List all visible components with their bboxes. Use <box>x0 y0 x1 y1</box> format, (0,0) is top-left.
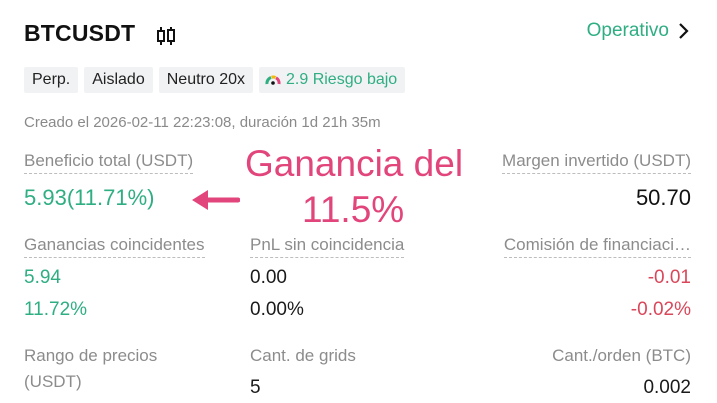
funding-fee-label[interactable]: Comisión de financiaci… <box>503 235 691 258</box>
created-info: Creado el 2026-02-11 22:23:08, duración … <box>24 114 381 131</box>
risk-badge[interactable]: 2.9 Riesgo bajo <box>259 67 406 93</box>
status-link[interactable]: Operativo <box>587 20 689 42</box>
risk-label: 2.9 Riesgo bajo <box>286 71 398 88</box>
status-label: Operativo <box>586 20 669 41</box>
matched-profit-value: 5.94 <box>24 267 61 288</box>
annotation-text-line1: Ganancia del <box>245 143 464 184</box>
grid-count-value: 5 <box>250 377 261 398</box>
matched-profit-pct: 11.72% <box>24 299 88 320</box>
funding-fee-pct: -0.02% <box>630 299 691 320</box>
tag-perp: Perp. <box>24 67 79 93</box>
qty-per-order-label: Cant./orden (BTC) <box>552 346 691 365</box>
risk-gauge-icon <box>265 75 281 85</box>
margin-value: 50.70 <box>635 185 691 210</box>
funding-fee-value: -0.01 <box>647 267 691 288</box>
annotation-text-line2: 11.5% <box>302 189 405 230</box>
matched-profit-label[interactable]: Ganancias coincidentes <box>24 235 205 258</box>
chevron-right-icon <box>679 23 689 39</box>
unmatched-pnl-value: 0.00 <box>250 267 287 288</box>
qty-per-order-value: 0.002 <box>643 377 691 398</box>
grid-count-label: Cant. de grids <box>250 346 356 365</box>
annotation-arrow-icon <box>192 190 240 210</box>
tag-leverage: Neutro 20x <box>158 67 253 93</box>
tag-list: Perp. Aislado Neutro 20x 2.9 Riesgo bajo <box>24 67 406 93</box>
unmatched-pnl-pct: 0.00% <box>250 299 304 320</box>
total-profit-label[interactable]: Beneficio total (USDT) <box>24 151 194 174</box>
price-range-label-line1: Rango de precios <box>24 346 158 365</box>
total-profit-value: 5.93(11.71%) <box>24 185 155 210</box>
tag-margin-mode: Aislado <box>84 67 153 93</box>
candlestick-icon[interactable] <box>155 25 177 47</box>
price-range-label-line2: (USDT) <box>24 372 82 391</box>
pair-title: BTCUSDT <box>24 20 136 46</box>
margin-label[interactable]: Margen invertido (USDT) <box>502 151 691 174</box>
unmatched-pnl-label[interactable]: PnL sin coincidencia <box>250 235 405 258</box>
